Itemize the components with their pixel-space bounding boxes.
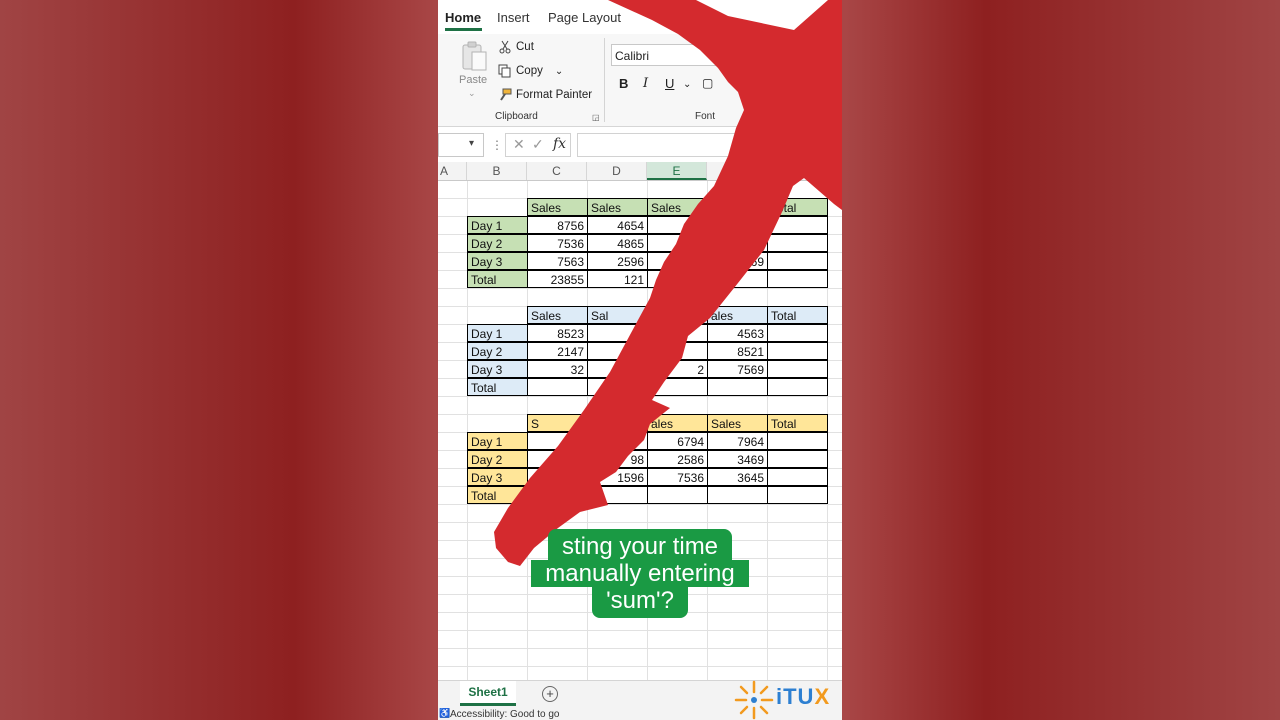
- logo-text-main: iTU: [776, 684, 815, 709]
- logo-text-accent: X: [814, 684, 831, 709]
- excel-window: Home Insert Page Layout Paste ⌄ Cut Copy…: [438, 0, 842, 720]
- caption-line-1: sting your time: [547, 529, 733, 560]
- logo-wordmark: iTUX: [776, 684, 830, 710]
- caption-line-2: manually entering: [531, 560, 749, 587]
- itux-logo: iTUX: [734, 680, 842, 720]
- caption-callout: sting your time manually entering 'sum'?: [522, 529, 758, 618]
- caption-line-3: 'sum'?: [592, 587, 688, 618]
- sparkle-logo-icon: [734, 680, 774, 720]
